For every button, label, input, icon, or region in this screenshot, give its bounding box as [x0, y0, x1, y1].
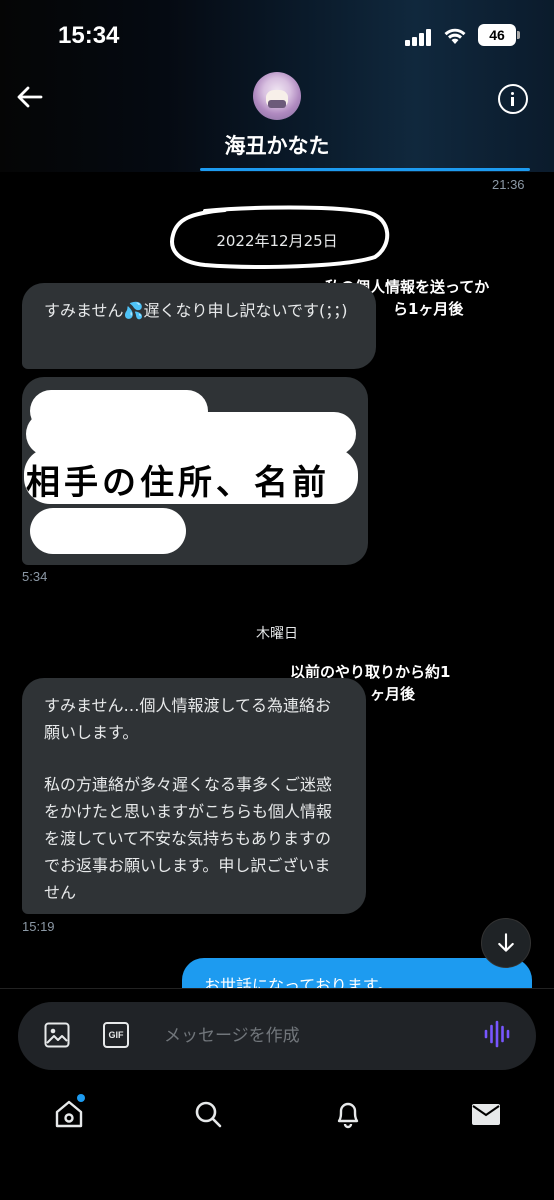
bell-icon [337, 1102, 359, 1129]
tab-home[interactable] [53, 1098, 85, 1130]
status-bar: 15:34 46 [0, 0, 554, 70]
info-icon[interactable] [498, 84, 528, 114]
redaction-scribble [30, 508, 186, 554]
redaction-overlay-text: 相手の住所、名前 [26, 463, 330, 503]
message-timestamp: 15:19 [22, 919, 55, 934]
message-text: 私の方連絡が多々遅くなる事多くご迷惑をかけたと思いますがこちらも個人情報を渡して… [44, 775, 333, 902]
message-input[interactable] [164, 1023, 464, 1049]
contact-name[interactable]: 海丑かなた [0, 130, 554, 160]
incoming-message-bubble[interactable]: すみません💦遅くなり申し訳ないです(；；) [22, 283, 376, 369]
date-divider: 2022年12月25日 [216, 232, 338, 250]
battery-icon: 46 [478, 24, 520, 46]
avatar[interactable] [253, 72, 301, 120]
scroll-to-bottom-button[interactable] [481, 918, 531, 968]
tab-messages[interactable] [470, 1098, 502, 1130]
message-timestamp: 21:36 [492, 177, 525, 192]
home-icon [55, 1100, 83, 1128]
gif-icon[interactable]: GIF [103, 1022, 129, 1048]
tab-notifications[interactable] [332, 1098, 364, 1130]
mail-icon [472, 1104, 500, 1125]
header-underline [200, 168, 530, 171]
incoming-message-bubble[interactable]: すみません…個人情報渡してる為連絡お願いします。 私の方連絡が多々遅くなる事多く… [22, 678, 366, 914]
message-text: すみません…個人情報渡してる為連絡お願いします。 [44, 696, 332, 742]
arrow-down-icon [498, 933, 514, 952]
status-time: 15:34 [58, 22, 120, 49]
message-text: すみません💦遅くなり申し訳ないです(；；) [44, 301, 348, 320]
day-divider: 木曜日 [256, 626, 298, 642]
voice-message-icon[interactable] [483, 1020, 511, 1048]
wifi-icon [444, 28, 466, 44]
home-notification-dot [77, 1094, 85, 1102]
message-timestamp: 5:34 [22, 569, 48, 584]
image-icon[interactable] [44, 1022, 70, 1048]
signal-icon [405, 28, 433, 46]
tab-search[interactable] [192, 1098, 224, 1130]
search-icon [195, 1101, 222, 1128]
back-arrow-icon[interactable] [14, 82, 44, 112]
